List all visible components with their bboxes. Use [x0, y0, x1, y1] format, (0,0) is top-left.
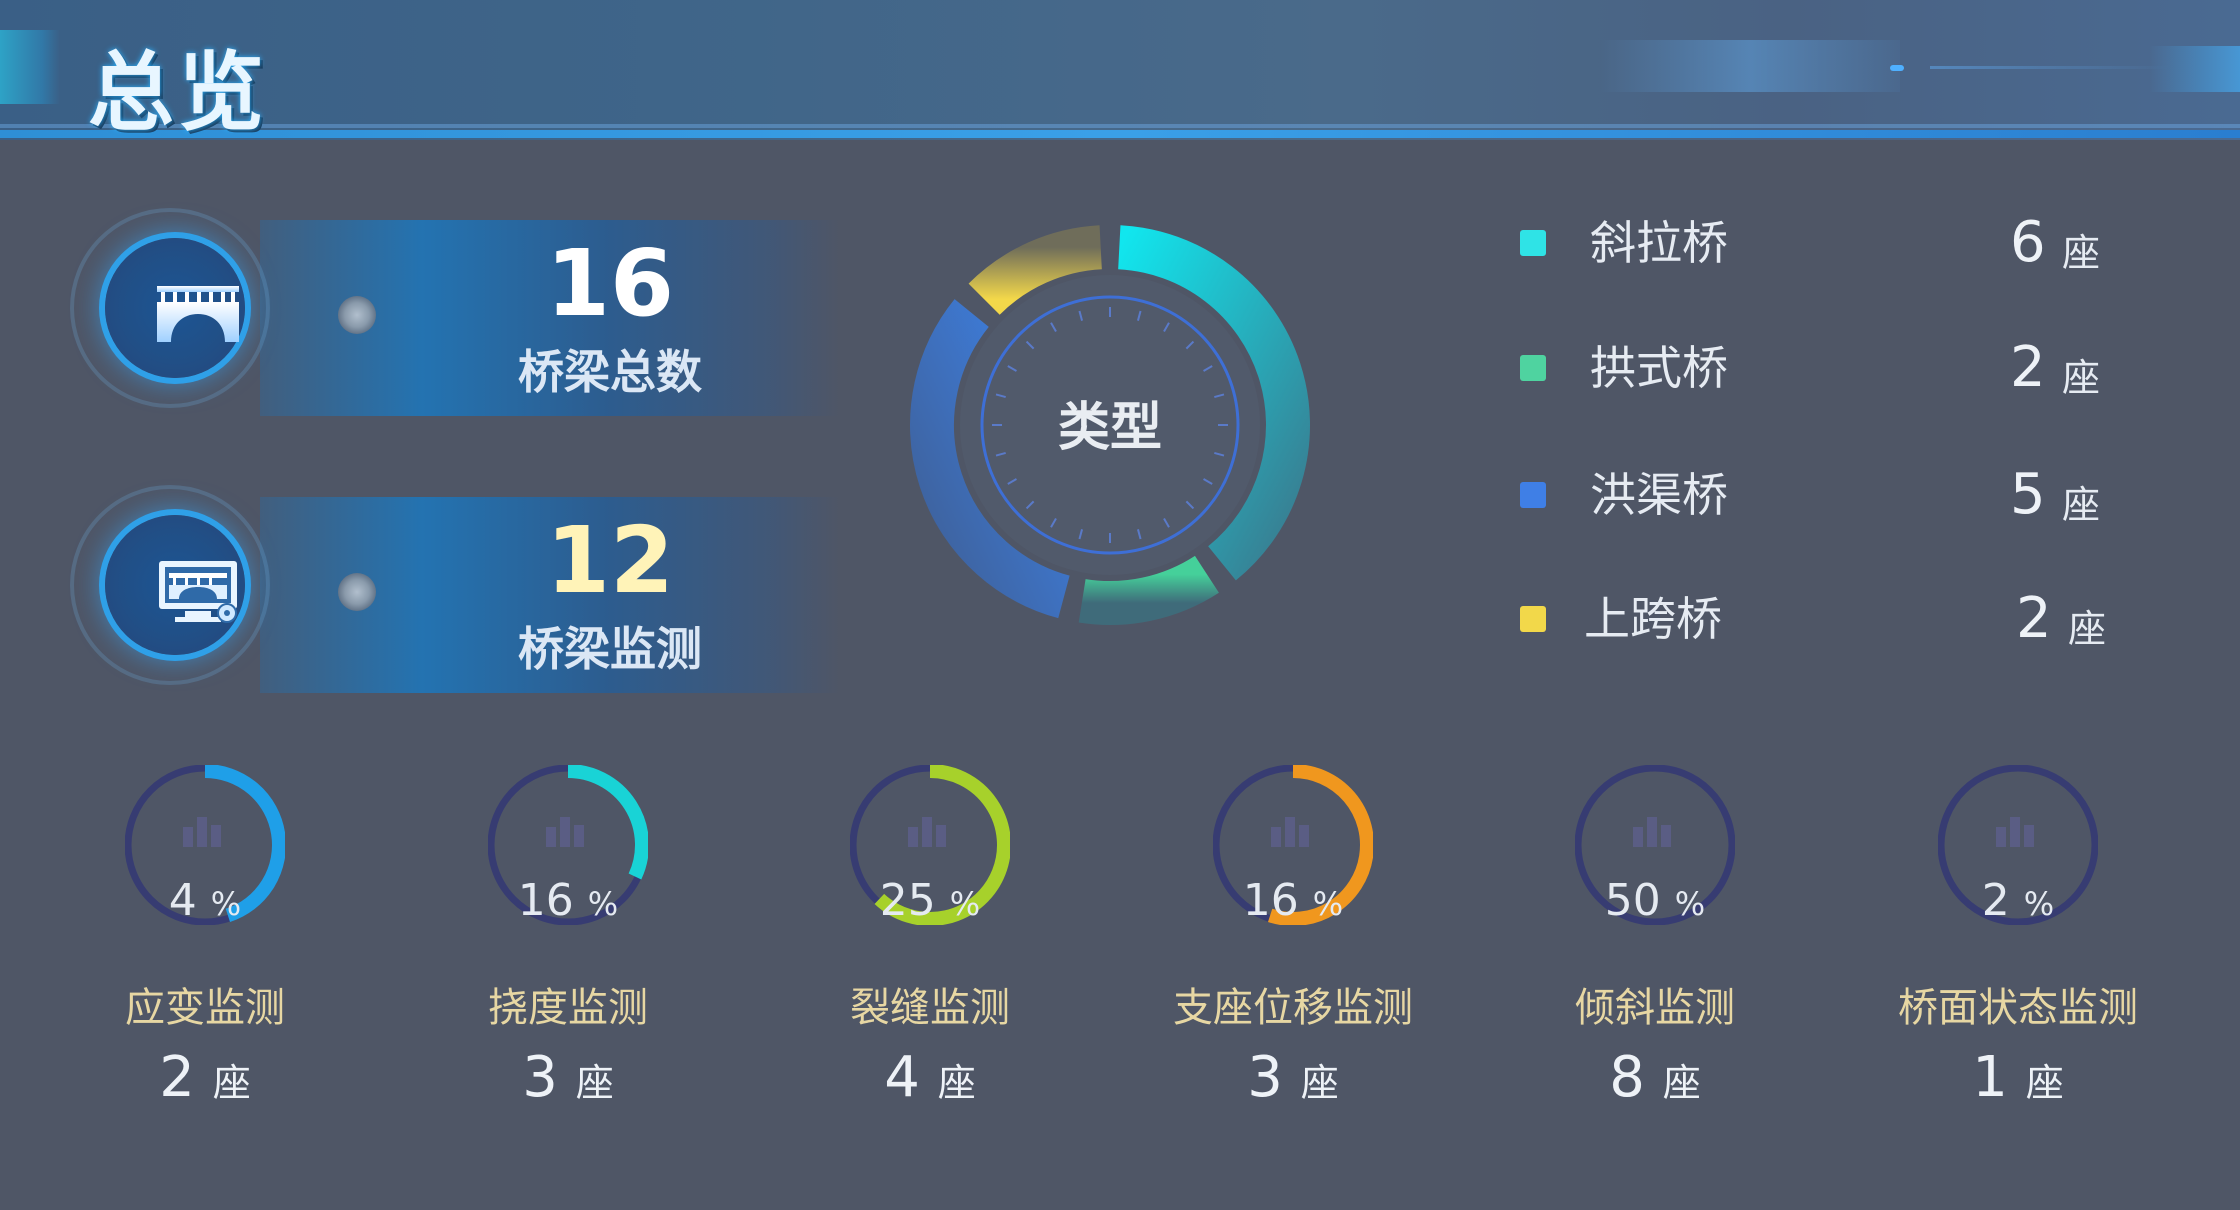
header-bar: 总览	[0, 0, 2240, 143]
legend-item[interactable]: 拱式桥 2 座	[1520, 335, 2160, 405]
legend-count: 6	[2010, 210, 2046, 275]
bar-chart-icon	[1647, 817, 1657, 847]
bar-chart-icon	[1285, 817, 1295, 847]
bar-chart-icon	[922, 817, 932, 847]
gauge-strain[interactable]: 4 % 应变监测 2 座	[55, 765, 355, 1135]
gauge-percent: 50 %	[1604, 875, 1706, 926]
gauge-deck-status[interactable]: 2 % 桥面状态监测 1 座	[1868, 765, 2168, 1135]
bar-chart-icon	[1271, 827, 1281, 847]
stat-card-total-bridges[interactable]: 16 桥梁总数	[60, 208, 840, 418]
gauge-count: 4 座	[884, 1045, 976, 1110]
legend-swatch	[1520, 230, 1546, 256]
header-glow	[1600, 40, 1900, 92]
donut-slice	[1078, 555, 1219, 625]
legend-count: 2	[2010, 335, 2046, 400]
bar-chart-icon	[211, 825, 221, 847]
header-line-right	[1930, 66, 2170, 69]
bar-chart-icon	[197, 817, 207, 847]
donut-center-label: 类型	[1057, 398, 1162, 458]
header-divider	[0, 130, 2240, 138]
bar-chart-icon	[1299, 825, 1309, 847]
header-divider-light	[0, 124, 2240, 128]
legend-swatch	[1520, 355, 1546, 381]
bar-chart-icon	[574, 825, 584, 847]
bar-chart-icon	[908, 827, 918, 847]
stat-knob	[338, 296, 376, 334]
legend-name: 洪渠桥	[1590, 468, 1728, 522]
legend-unit: 座	[2062, 356, 2101, 400]
bar-chart-icon	[1633, 827, 1643, 847]
gauge-name: 倾斜监测	[1575, 985, 1735, 1031]
gauge-name: 挠度监测	[488, 985, 648, 1031]
page-title: 总览	[88, 43, 268, 143]
legend-unit: 座	[2062, 231, 2101, 275]
legend-item[interactable]: 上跨桥 2 座	[1520, 586, 2160, 656]
gauge-percent: 25 %	[879, 875, 981, 926]
header-glow-right	[2150, 46, 2240, 92]
gauge-count: 2 座	[159, 1045, 251, 1110]
stat-value: 16	[545, 230, 675, 337]
gauge-count: 3 座	[522, 1045, 614, 1110]
stat-card-monitored-bridges[interactable]: 12 桥梁监测	[60, 485, 840, 695]
gauge-count: 1 座	[1972, 1045, 2064, 1110]
legend-count: 2	[2016, 586, 2052, 651]
monitor-icon	[159, 561, 237, 623]
gauge-count: 3 座	[1247, 1045, 1339, 1110]
legend-unit: 座	[2062, 483, 2101, 527]
gauge-percent: 2 %	[1981, 875, 2055, 926]
bridge-icon	[157, 286, 239, 342]
bar-chart-icon	[2010, 817, 2020, 847]
type-donut-chart: 类型	[890, 205, 1330, 645]
legend-swatch	[1520, 482, 1546, 508]
bar-chart-icon	[936, 825, 946, 847]
stat-label: 桥梁总数	[518, 345, 702, 399]
bar-chart-icon	[546, 827, 556, 847]
legend-swatch	[1520, 606, 1546, 632]
gauge-bearing-displacement[interactable]: 16 % 支座位移监测 3 座	[1143, 765, 1443, 1135]
legend-item[interactable]: 洪渠桥 5 座	[1520, 462, 2160, 532]
gauge-arc	[567, 765, 648, 880]
gauge-tilt[interactable]: 50 % 倾斜监测 8 座	[1505, 765, 1805, 1135]
bar-chart-icon	[560, 817, 570, 847]
header-accent-left	[0, 30, 60, 104]
gauge-name: 支座位移监测	[1173, 985, 1413, 1031]
bar-chart-icon	[183, 827, 193, 847]
legend-count: 5	[2010, 462, 2046, 527]
gauge-name: 桥面状态监测	[1898, 985, 2138, 1031]
gauge-name: 应变监测	[125, 985, 285, 1031]
stat-value: 12	[545, 507, 675, 614]
stat-knob	[338, 573, 376, 611]
gauge-deflection[interactable]: 16 % 挠度监测 3 座	[418, 765, 718, 1135]
gauge-percent: 16 %	[517, 875, 619, 926]
header-dot	[1890, 65, 1904, 71]
legend-item[interactable]: 斜拉桥 6 座	[1520, 210, 2160, 280]
gauge-percent: 4 %	[168, 875, 242, 926]
bar-chart-icon	[1661, 825, 1671, 847]
bar-chart-icon	[2024, 825, 2034, 847]
gauge-count: 8 座	[1609, 1045, 1701, 1110]
stat-label: 桥梁监测	[518, 622, 702, 676]
gauge-crack[interactable]: 25 % 裂缝监测 4 座	[780, 765, 1080, 1135]
legend-name: 上跨桥	[1584, 592, 1722, 646]
legend-name: 斜拉桥	[1590, 216, 1728, 270]
gauge-percent: 16 %	[1242, 875, 1344, 926]
bar-chart-icon	[1996, 827, 2006, 847]
legend-unit: 座	[2068, 607, 2107, 651]
gauge-name: 裂缝监测	[850, 985, 1010, 1031]
legend-name: 拱式桥	[1590, 341, 1728, 395]
